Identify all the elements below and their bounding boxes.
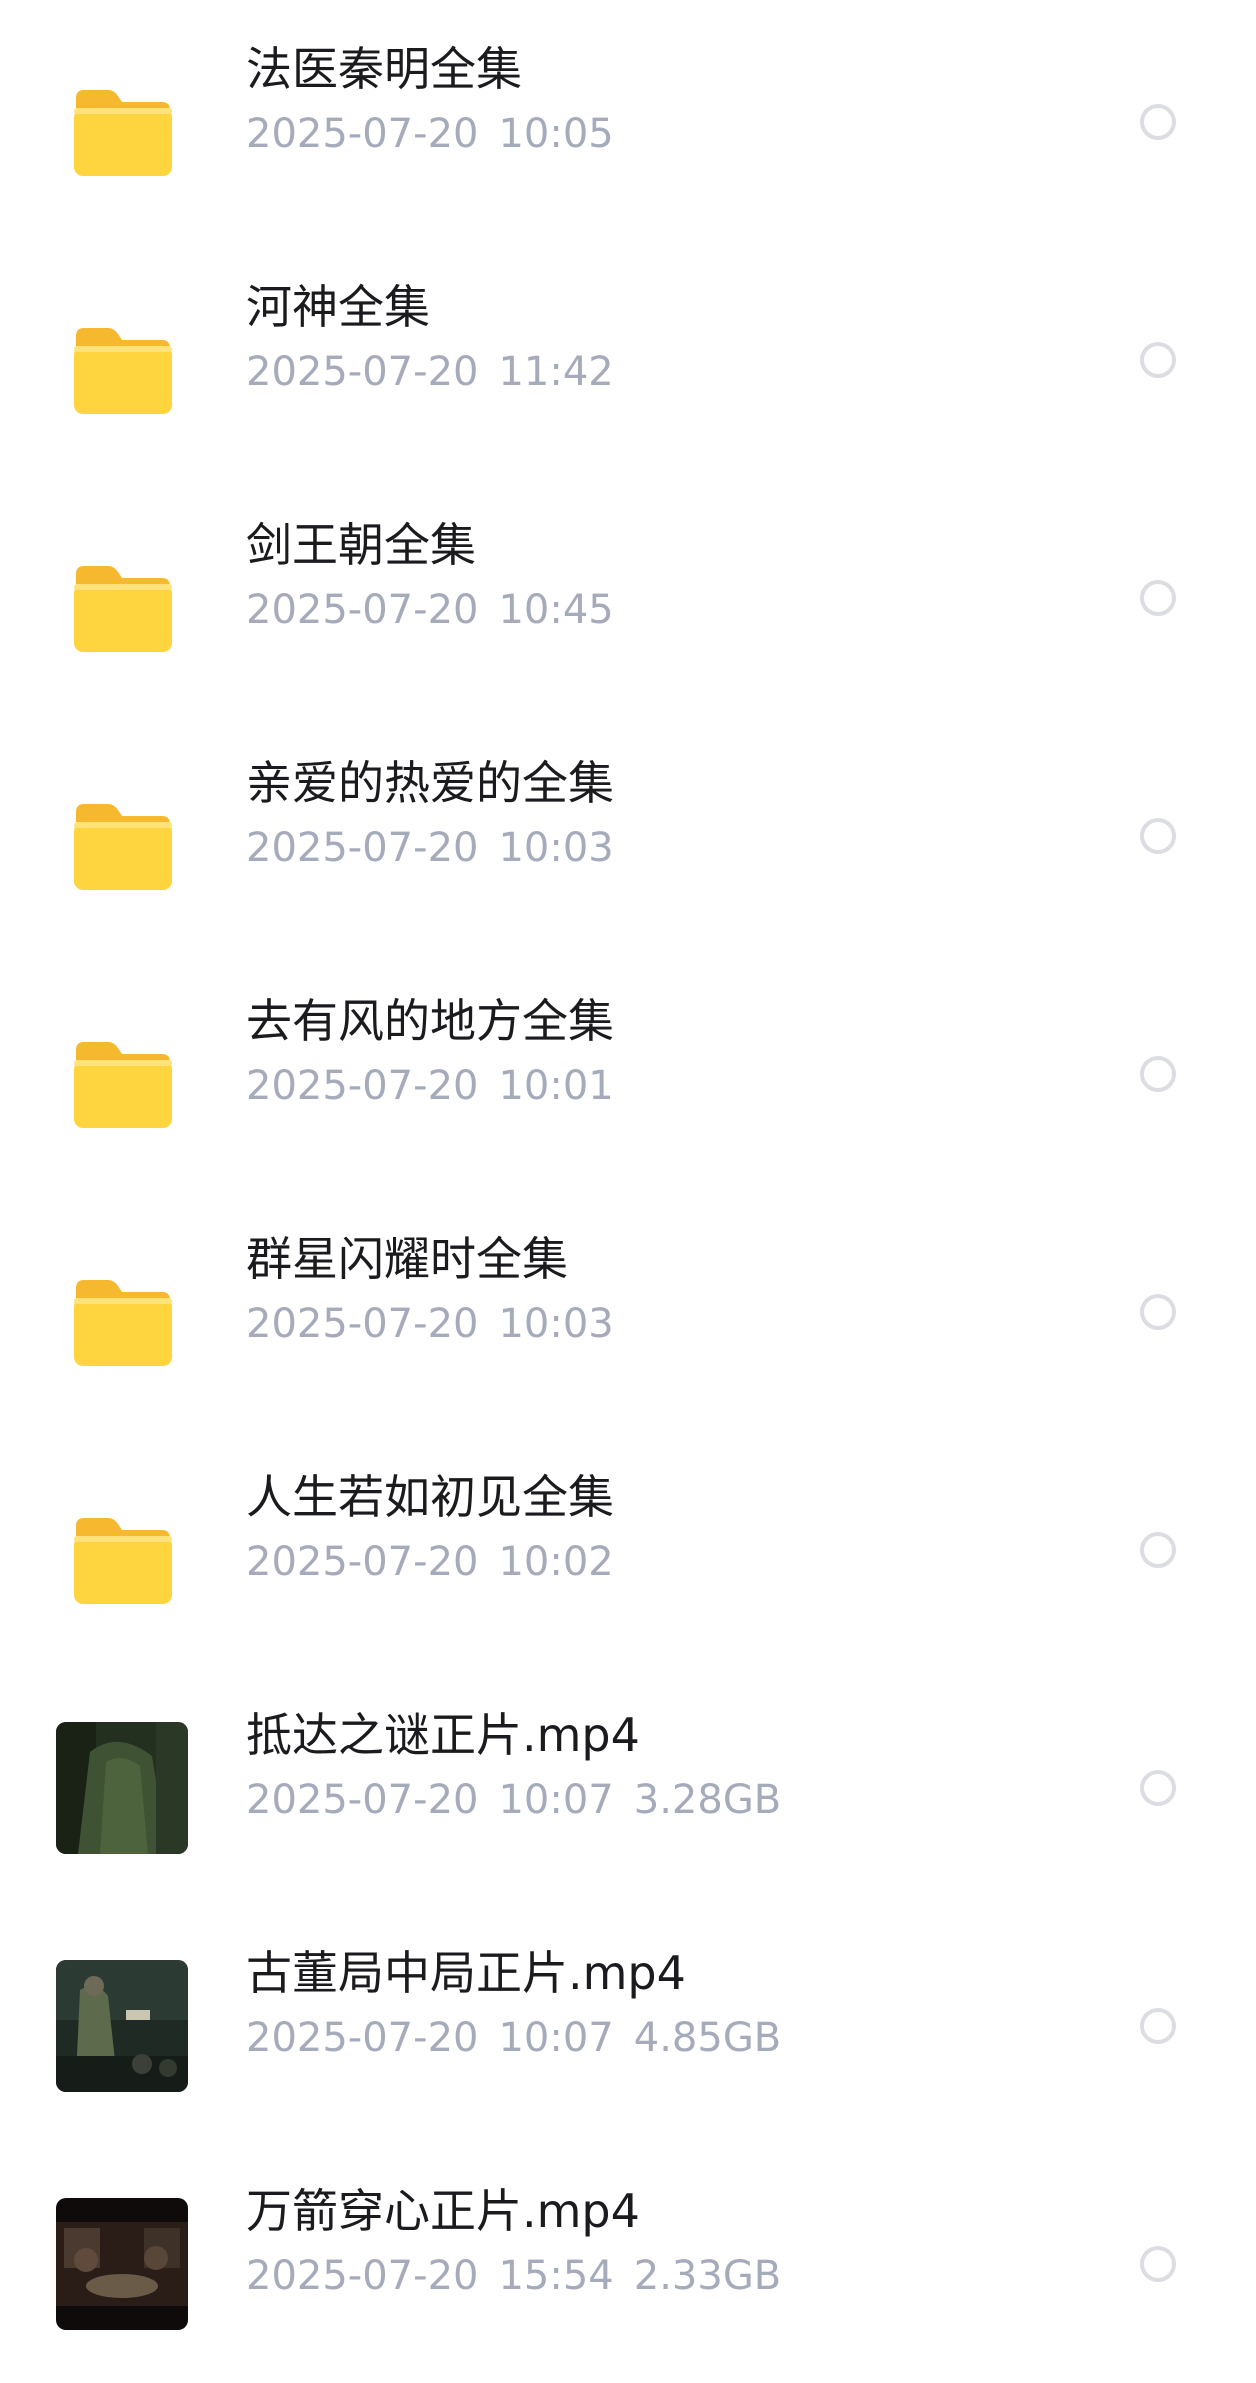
file-name: 去有风的地方全集 <box>246 994 614 1048</box>
folder-icon <box>56 770 188 902</box>
file-time: 10:01 <box>498 1063 614 1109</box>
file-time: 15:54 <box>498 2253 614 2299</box>
select-radio[interactable] <box>1140 1056 1176 1092</box>
folder-icon <box>56 532 188 664</box>
file-time: 11:42 <box>498 349 614 395</box>
file-date: 2025-07-20 <box>246 1063 479 1109</box>
file-name: 人生若如初见全集 <box>246 1470 614 1524</box>
file-row[interactable]: 河神全集 2025-07-20 11:42 <box>0 241 1256 479</box>
file-date: 2025-07-20 <box>246 349 479 395</box>
file-date: 2025-07-20 <box>246 587 479 633</box>
folder-icon <box>56 1246 188 1378</box>
file-time: 10:03 <box>498 825 614 871</box>
file-meta: 2025-07-20 10:03 <box>246 821 614 875</box>
file-size: 2.33GB <box>633 2253 782 2299</box>
select-radio[interactable] <box>1140 580 1176 616</box>
file-time: 10:03 <box>498 1301 614 1347</box>
video-thumbnail <box>56 1960 188 2092</box>
select-radio[interactable] <box>1140 1294 1176 1330</box>
folder-icon <box>56 294 188 426</box>
folder-icon <box>56 56 188 188</box>
file-meta: 2025-07-20 10:01 <box>246 1059 614 1113</box>
file-name: 剑王朝全集 <box>246 518 476 572</box>
file-date: 2025-07-20 <box>246 1301 479 1347</box>
select-radio[interactable] <box>1140 1532 1176 1568</box>
file-size: 4.85GB <box>633 2015 782 2061</box>
folder-icon <box>56 1484 188 1616</box>
file-row[interactable]: 剑王朝全集 2025-07-20 10:45 <box>0 479 1256 717</box>
file-row[interactable]: 万箭穿心正片.mp4 2025-07-20 15:54 2.33GB <box>0 2145 1256 2383</box>
select-radio[interactable] <box>1140 104 1176 140</box>
file-name: 万箭穿心正片.mp4 <box>246 2184 640 2238</box>
file-meta: 2025-07-20 10:07 4.85GB <box>246 2011 781 2065</box>
file-row[interactable]: 群星闪耀时全集 2025-07-20 10:03 <box>0 1193 1256 1431</box>
file-name: 河神全集 <box>246 280 430 334</box>
video-thumbnail <box>56 1722 188 1854</box>
file-name: 亲爱的热爱的全集 <box>246 756 614 810</box>
file-name: 古董局中局正片.mp4 <box>246 1946 686 2000</box>
file-time: 10:07 <box>498 2015 614 2061</box>
file-row[interactable]: 法医秦明全集 2025-07-20 10:05 <box>0 3 1256 241</box>
file-time: 10:07 <box>498 1777 614 1823</box>
file-date: 2025-07-20 <box>246 1777 479 1823</box>
file-date: 2025-07-20 <box>246 1539 479 1585</box>
select-radio[interactable] <box>1140 342 1176 378</box>
file-time: 10:05 <box>498 111 614 157</box>
file-date: 2025-07-20 <box>246 825 479 871</box>
file-meta: 2025-07-20 10:05 <box>246 107 614 161</box>
file-name: 抵达之谜正片.mp4 <box>246 1708 640 1762</box>
file-name: 法医秦明全集 <box>246 42 522 96</box>
select-radio[interactable] <box>1140 1770 1176 1806</box>
file-meta: 2025-07-20 15:54 2.33GB <box>246 2249 781 2303</box>
file-row[interactable]: 去有风的地方全集 2025-07-20 10:01 <box>0 955 1256 1193</box>
file-name: 群星闪耀时全集 <box>246 1232 568 1286</box>
select-radio[interactable] <box>1140 2246 1176 2282</box>
file-meta: 2025-07-20 10:03 <box>246 1297 614 1351</box>
select-radio[interactable] <box>1140 818 1176 854</box>
file-time: 10:02 <box>498 1539 614 1585</box>
file-meta: 2025-07-20 10:45 <box>246 583 614 637</box>
file-date: 2025-07-20 <box>246 111 479 157</box>
select-radio[interactable] <box>1140 2008 1176 2044</box>
file-date: 2025-07-20 <box>246 2015 479 2061</box>
folder-icon <box>56 1008 188 1140</box>
file-row[interactable]: 人生若如初见全集 2025-07-20 10:02 <box>0 1431 1256 1669</box>
file-row[interactable]: 亲爱的热爱的全集 2025-07-20 10:03 <box>0 717 1256 955</box>
file-time: 10:45 <box>498 587 614 633</box>
file-meta: 2025-07-20 10:02 <box>246 1535 614 1589</box>
file-list: 法医秦明全集 2025-07-20 10:05 河神全集 2025-07-20 11… <box>0 0 1256 2373</box>
file-size: 3.28GB <box>633 1777 782 1823</box>
file-meta: 2025-07-20 10:07 3.28GB <box>246 1773 781 1827</box>
file-date: 2025-07-20 <box>246 2253 479 2299</box>
file-meta: 2025-07-20 11:42 <box>246 345 614 399</box>
file-row[interactable]: 抵达之谜正片.mp4 2025-07-20 10:07 3.28GB <box>0 1669 1256 1907</box>
file-row[interactable]: 古董局中局正片.mp4 2025-07-20 10:07 4.85GB <box>0 1907 1256 2145</box>
video-thumbnail <box>56 2198 188 2330</box>
